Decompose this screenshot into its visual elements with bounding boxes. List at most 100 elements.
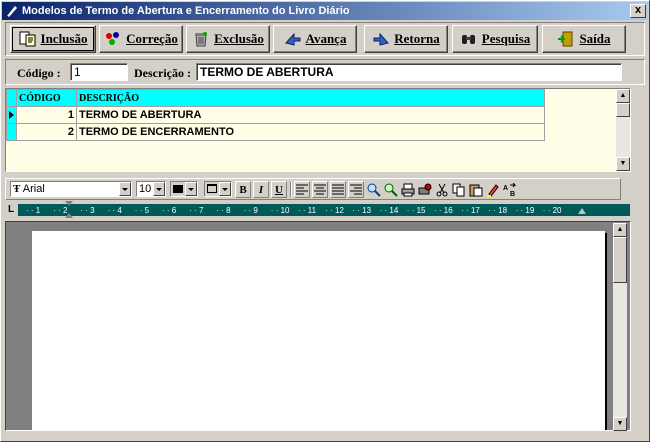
border-dropdown[interactable] (219, 182, 231, 196)
trash-icon (192, 31, 210, 47)
align-left-icon (296, 184, 308, 195)
zoom-out-button[interactable] (383, 181, 399, 198)
grid-header-codigo[interactable]: CÓDIGO (16, 89, 77, 107)
underline-label: U (275, 183, 283, 196)
table-row[interactable]: 1 TERMO DE ABERTURA (6, 106, 545, 124)
avanca-button[interactable]: Avança (273, 25, 357, 53)
document-scrollbar[interactable]: ▲ ▼ (613, 223, 627, 431)
font-color-dropdown[interactable] (185, 182, 197, 196)
ruler-tick-label: · · 19 (515, 206, 535, 215)
left-indent-marker[interactable] (65, 213, 73, 218)
records-grid: CÓDIGO DESCRIÇÃO 1 TERMO DE ABERTURA 2 T… (5, 88, 631, 172)
ruler-tick-label: · · 15 (406, 206, 426, 215)
format-toolbar: Ŧ Arial 10 B I U A B (5, 178, 621, 200)
print-preview-button[interactable] (417, 181, 433, 198)
cut-button[interactable] (434, 181, 450, 198)
ruler-tick-label: · · 6 (162, 206, 177, 215)
ruler-tick-label: · · 5 (134, 206, 150, 215)
font-color-select[interactable] (170, 181, 198, 197)
ruler-tick-label: · · 17 (461, 206, 480, 215)
highlight-button[interactable] (485, 181, 501, 198)
row-indicator (6, 123, 17, 141)
arrow-back-icon (372, 31, 390, 47)
close-button[interactable]: x (630, 4, 646, 18)
exclusao-button[interactable]: Exclusão (186, 25, 270, 53)
scroll-thumb[interactable] (616, 103, 630, 117)
ruler-tick-label: · · 3 (80, 206, 95, 215)
close-icon: x (634, 4, 642, 16)
font-size-value: 10 (139, 183, 152, 195)
font-name-value: Arial (22, 183, 45, 195)
ruler-tick-label: · · 14 (379, 206, 399, 215)
bold-label: B (239, 183, 247, 196)
underline-button[interactable]: U (271, 181, 287, 198)
grid-cell-codigo[interactable]: 1 (16, 106, 77, 124)
tab-stop-selector[interactable]: L (5, 204, 17, 216)
first-line-indent-marker[interactable] (65, 201, 73, 206)
ruler-tick-label: · · 7 (189, 206, 204, 215)
find-replace-icon: AB (503, 182, 517, 197)
grid-header-row: CÓDIGO DESCRIÇÃO (6, 89, 545, 107)
align-center-button[interactable] (312, 181, 328, 198)
align-right-icon (350, 184, 362, 195)
toolbar-separator (290, 182, 292, 197)
doc-scroll-up-button[interactable]: ▲ (613, 223, 627, 237)
align-justify-button[interactable] (330, 181, 346, 198)
font-size-dropdown[interactable] (153, 182, 165, 196)
copy-button[interactable] (451, 181, 467, 198)
paste-button[interactable] (468, 181, 484, 198)
saida-button[interactable]: Saída (542, 25, 626, 53)
codigo-input[interactable]: 1 (70, 63, 128, 81)
align-right-button[interactable] (348, 181, 364, 198)
title-bar[interactable]: Modelos de Termo de Abertura e Encerrame… (2, 2, 648, 20)
correcao-button[interactable]: Correção (99, 25, 183, 53)
zoom-in-icon (367, 183, 381, 197)
add-document-icon (19, 31, 37, 47)
font-size-select[interactable]: 10 (136, 181, 166, 197)
exclusao-label: Exclusão (214, 31, 264, 46)
ruler-tick-label: · · 8 (216, 206, 231, 215)
ruler-tick-label: · · 13 (352, 206, 372, 215)
ruler[interactable]: · · 1 · · 2 · · 3 · · 4 · · 5 · · 6 · · 7 · · 8… (18, 204, 630, 216)
table-row[interactable]: 2 TERMO DE ENCERRAMENTO (6, 123, 545, 141)
main-toolbar: Inclusão Correção Exclusão Avança Retorn… (5, 22, 645, 56)
pesquisa-button[interactable]: Pesquisa (452, 25, 538, 53)
ruler-tick-label: · · 11 (298, 206, 317, 215)
record-fields: Código : 1 Descrição : TERMO DE ABERTURA (5, 59, 645, 85)
exit-door-icon (557, 31, 575, 47)
grid-cell-descricao[interactable]: TERMO DE ENCERRAMENTO (76, 123, 545, 141)
records-table: CÓDIGO DESCRIÇÃO 1 TERMO DE ABERTURA 2 T… (6, 89, 545, 141)
grid-cell-codigo[interactable]: 2 (16, 123, 77, 141)
doc-scroll-down-button[interactable]: ▼ (613, 417, 627, 431)
font-name-select[interactable]: Ŧ Arial (10, 181, 132, 197)
scroll-up-button[interactable]: ▲ (616, 89, 630, 103)
svg-text:B: B (510, 191, 515, 197)
grid-scrollbar[interactable]: ▲ ▼ (616, 89, 630, 171)
bold-button[interactable]: B (235, 181, 251, 198)
descricao-label: Descrição : (134, 66, 191, 80)
avanca-label: Avança (305, 31, 347, 46)
right-indent-marker[interactable] (578, 208, 586, 214)
inclusao-button[interactable]: Inclusão (10, 25, 96, 53)
row-indicator (6, 106, 17, 124)
descricao-input[interactable]: TERMO DE ABERTURA (196, 63, 622, 81)
grid-cell-descricao[interactable]: TERMO DE ABERTURA (76, 106, 545, 124)
document-editor[interactable] (5, 221, 631, 431)
font-name-dropdown[interactable] (119, 182, 131, 196)
print-button[interactable] (400, 181, 416, 198)
document-page[interactable] (32, 231, 605, 430)
replace-button[interactable]: AB (502, 181, 518, 198)
zoom-in-button[interactable] (366, 181, 382, 198)
current-row-arrow-icon (9, 111, 14, 119)
align-left-button[interactable] (294, 181, 310, 198)
retorna-button[interactable]: Retorna (364, 25, 448, 53)
grid-header-descricao[interactable]: DESCRIÇÃO (76, 89, 545, 107)
doc-scroll-thumb[interactable] (613, 237, 627, 283)
scroll-down-button[interactable]: ▼ (616, 157, 630, 171)
italic-button[interactable]: I (253, 181, 269, 198)
italic-label: I (258, 183, 264, 196)
binoculars-icon (460, 31, 478, 47)
printer-icon (401, 183, 415, 196)
border-select[interactable] (204, 181, 232, 197)
ruler-tick-label: · · 1 (26, 206, 41, 215)
